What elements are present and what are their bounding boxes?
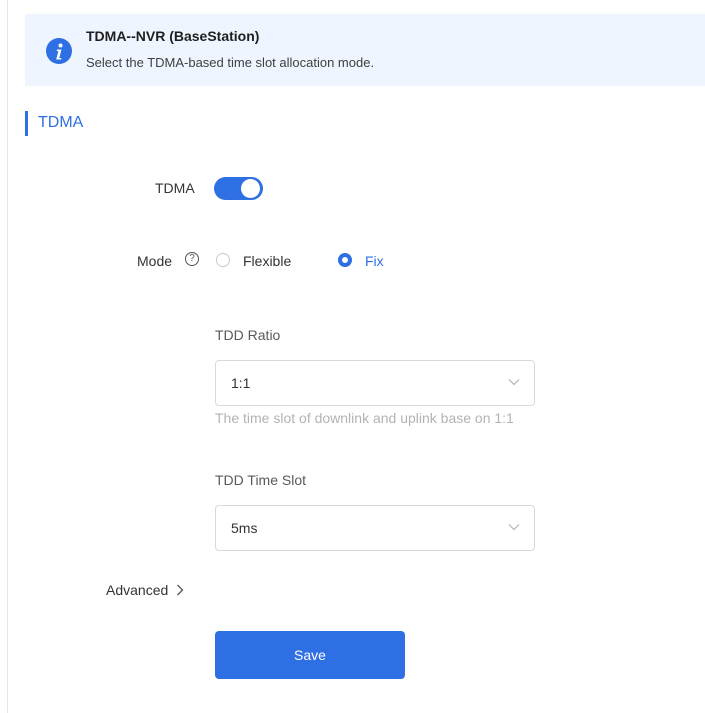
section-indicator bbox=[25, 111, 28, 136]
advanced-label: Advanced bbox=[106, 582, 169, 598]
tdd-ratio-label: TDD Ratio bbox=[215, 327, 281, 343]
mode-flexible-radio[interactable] bbox=[216, 253, 230, 267]
info-banner: TDMA--NVR (BaseStation) Select the TDMA-… bbox=[25, 14, 705, 86]
tdd-time-slot-select[interactable]: 5ms bbox=[215, 505, 535, 551]
mode-fix-radio[interactable] bbox=[338, 253, 352, 267]
save-button[interactable]: Save bbox=[215, 631, 405, 679]
tdma-label: TDMA bbox=[155, 180, 195, 196]
mode-fix-label[interactable]: Fix bbox=[365, 253, 384, 269]
page-left-border bbox=[7, 0, 8, 713]
chevron-down-icon bbox=[508, 524, 520, 531]
tdma-toggle[interactable] bbox=[214, 177, 263, 200]
info-icon bbox=[46, 38, 72, 64]
chevron-down-icon bbox=[508, 379, 520, 386]
question-circle-icon[interactable]: ? bbox=[185, 252, 199, 266]
banner-title: TDMA--NVR (BaseStation) bbox=[86, 28, 260, 44]
banner-description: Select the TDMA-based time slot allocati… bbox=[86, 55, 375, 70]
tdd-time-slot-label: TDD Time Slot bbox=[215, 472, 307, 488]
toggle-knob bbox=[241, 179, 260, 198]
tdd-ratio-value: 1:1 bbox=[231, 375, 251, 391]
tdd-ratio-select[interactable]: 1:1 bbox=[215, 360, 535, 406]
chevron-right-icon bbox=[177, 584, 184, 596]
mode-label: Mode bbox=[137, 253, 173, 269]
tdd-ratio-hint: The time slot of downlink and uplink bas… bbox=[215, 410, 514, 426]
section-title: TDMA bbox=[38, 114, 84, 131]
advanced-toggle[interactable]: Advanced bbox=[106, 582, 184, 598]
mode-flexible-label[interactable]: Flexible bbox=[243, 253, 291, 269]
tdd-time-slot-value: 5ms bbox=[231, 520, 258, 536]
